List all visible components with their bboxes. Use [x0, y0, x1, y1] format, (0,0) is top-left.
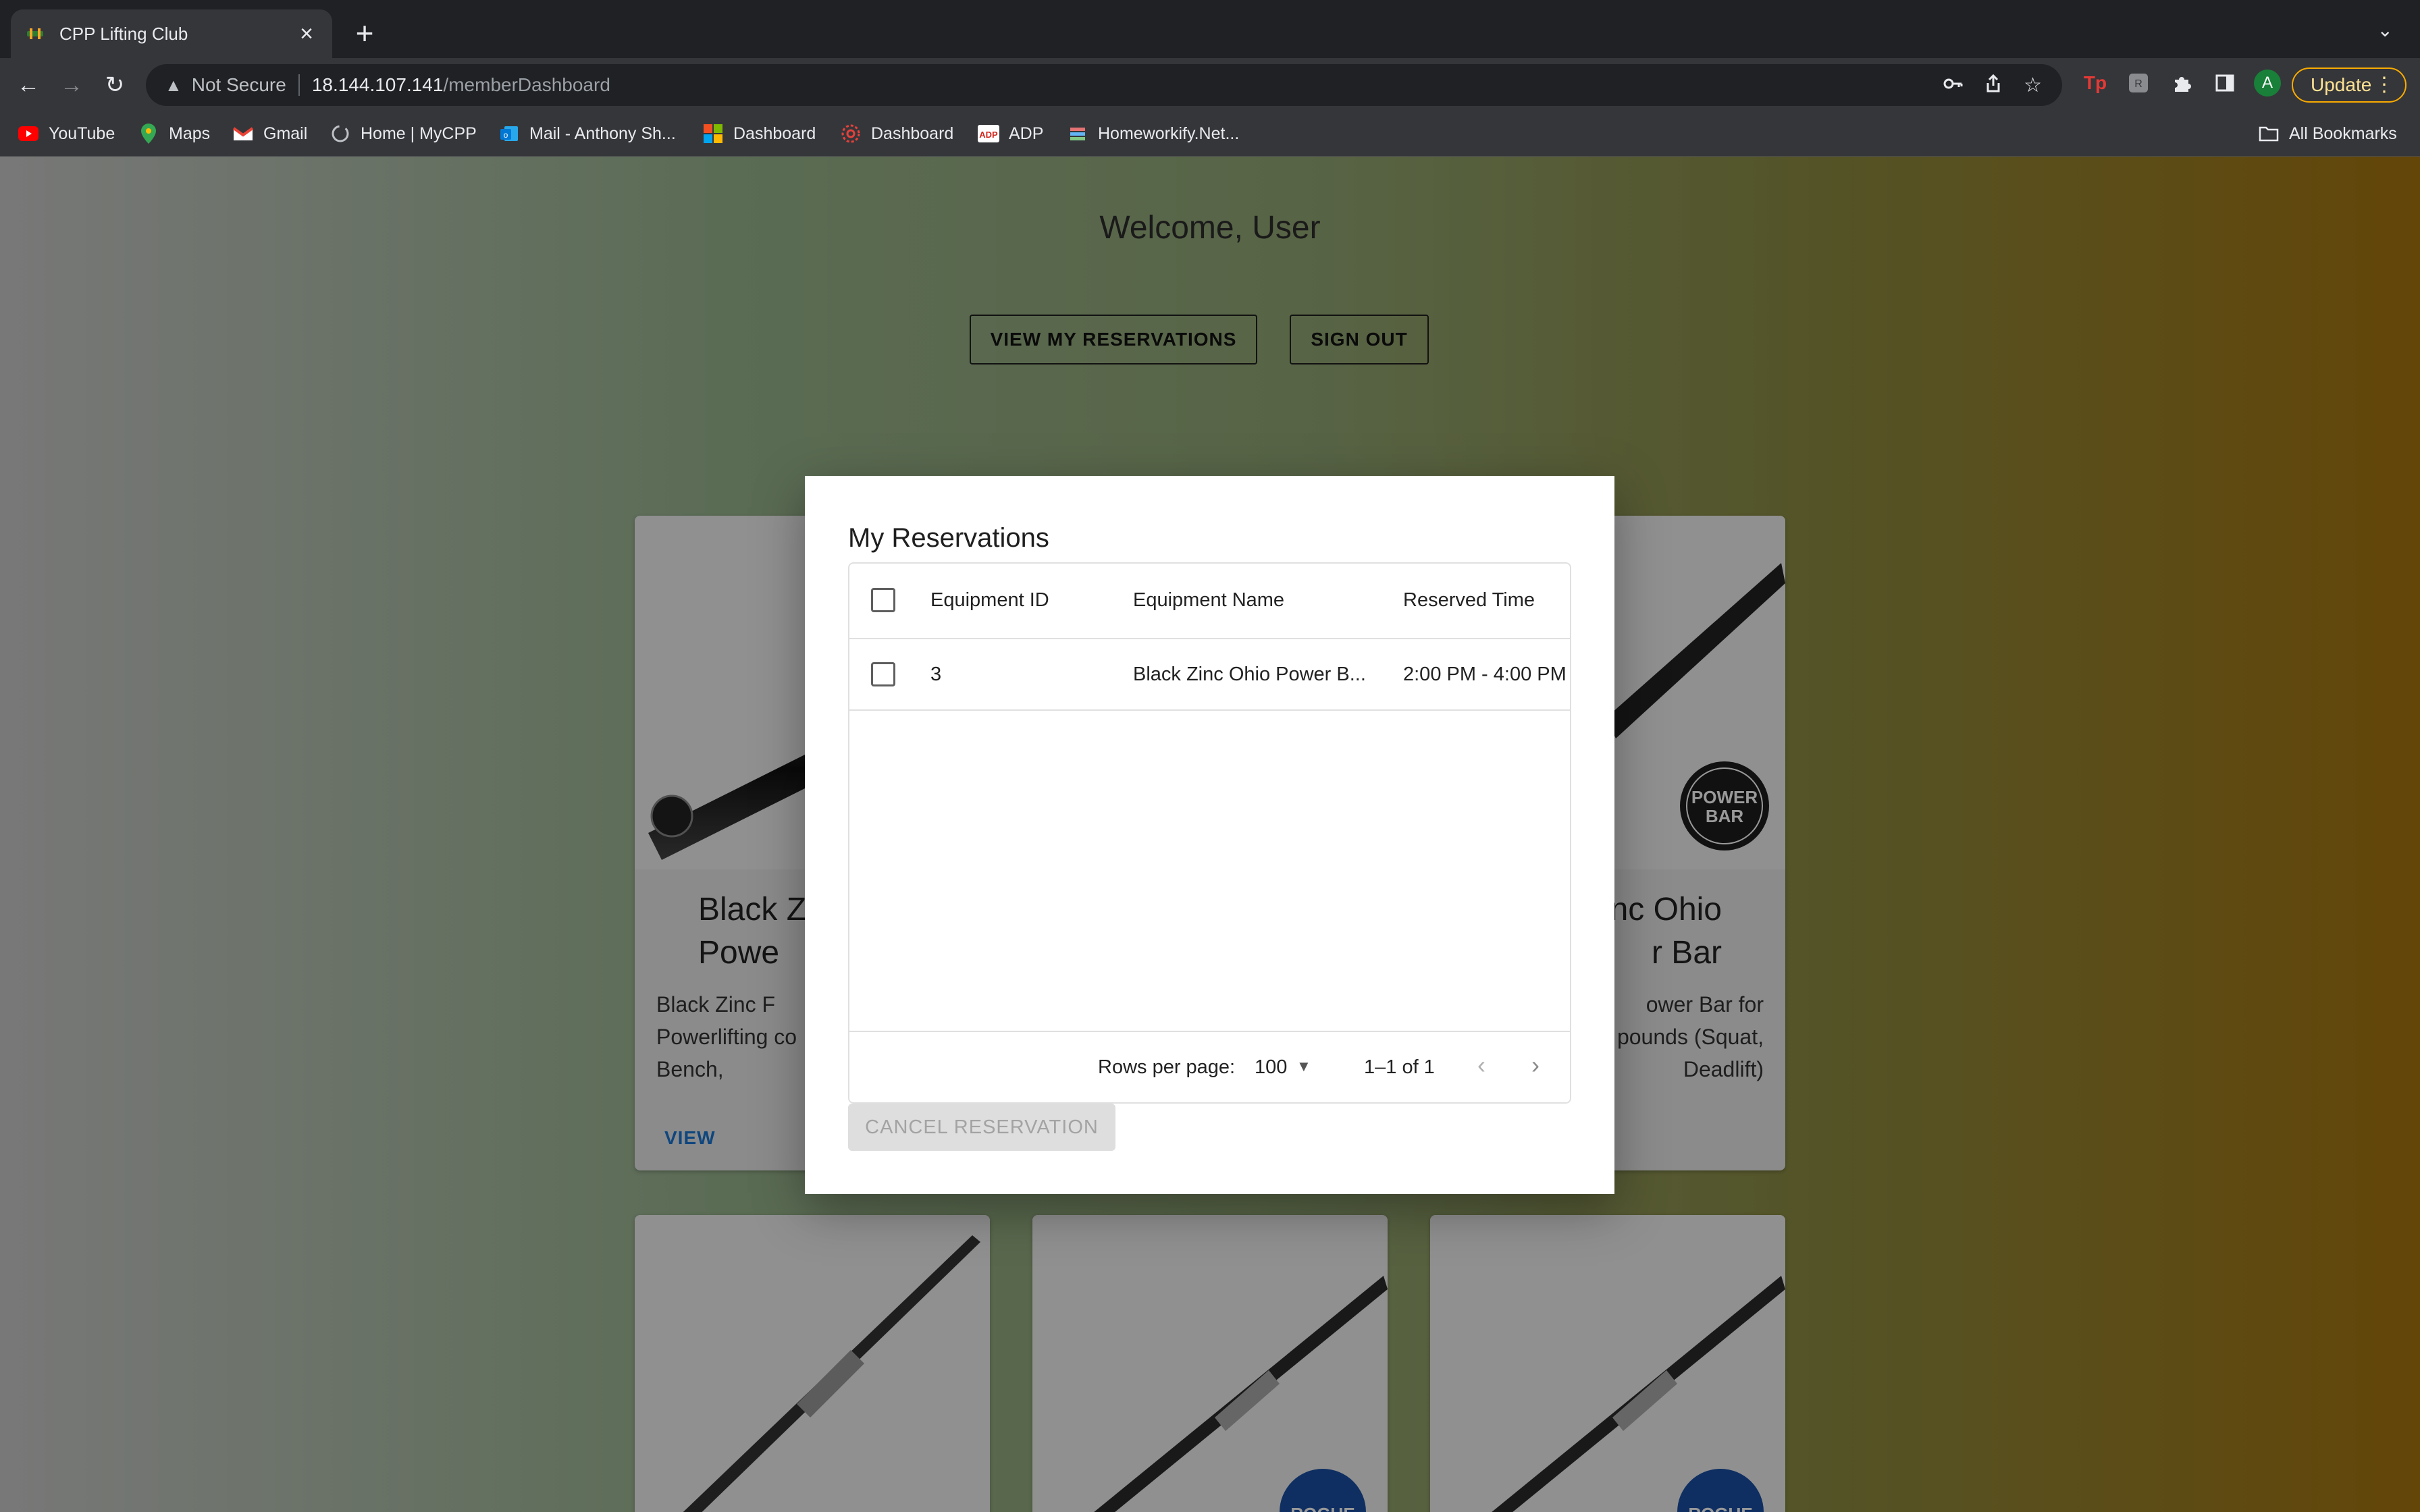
bookmark-label: Home | MyCPP: [361, 124, 477, 143]
tab-close-icon[interactable]: ×: [294, 21, 319, 47]
tab-search-chevron-icon[interactable]: ⌄: [2377, 19, 2393, 41]
bookmark-label: YouTube: [49, 124, 115, 143]
bookmark-label: Mail - Anthony Sh...: [529, 124, 676, 143]
back-arrow-icon[interactable]: ←: [12, 69, 45, 101]
microsoft-icon: [702, 123, 724, 144]
update-label: Update: [2311, 74, 2372, 95]
svg-text:o: o: [504, 130, 508, 140]
cell-equipment-id: 3: [930, 664, 942, 685]
tp-extension-icon[interactable]: Tp: [2081, 69, 2109, 97]
bookmark-label: Gmail: [263, 124, 308, 143]
reservations-table: Equipment ID Equipment Name Reserved Tim…: [848, 562, 1571, 1104]
bookmark-maps[interactable]: Maps: [138, 122, 210, 146]
canvas-icon: [840, 123, 862, 144]
bookmark-star-icon[interactable]: ☆: [2024, 74, 2042, 99]
puzzle-extensions-icon[interactable]: [2167, 69, 2196, 97]
grey-extension-icon[interactable]: R: [2124, 69, 2153, 97]
forward-arrow-icon[interactable]: →: [55, 69, 88, 101]
bookmark-outlook[interactable]: o Mail - Anthony Sh...: [498, 122, 676, 146]
cell-reserved-time: 2:00 PM - 4:00 PM: [1403, 664, 1567, 685]
bookmark-label: ADP: [1009, 124, 1044, 143]
mycpp-icon: [330, 123, 351, 144]
homeworkify-icon: [1067, 123, 1088, 144]
bookmark-mycpp[interactable]: Home | MyCPP: [330, 122, 477, 146]
svg-text:ADP: ADP: [979, 130, 998, 140]
extensions-area: Tp R A: [2081, 69, 2281, 97]
bookmarks-bar: YouTube Maps Gmail Home | MyCPP o Mail -…: [0, 112, 2420, 157]
row-checkbox[interactable]: [871, 662, 895, 686]
tab-title: CPP Lifting Club: [59, 23, 188, 44]
side-panel-icon[interactable]: [2211, 69, 2239, 97]
column-header-equipment-id[interactable]: Equipment ID: [930, 589, 1049, 612]
pagination-range: 1–1 of 1: [1364, 1056, 1435, 1078]
bookmark-label: Dashboard: [871, 124, 954, 143]
new-tab-button[interactable]: +: [351, 15, 378, 51]
bookmark-label: All Bookmarks: [2289, 124, 2397, 143]
rows-per-page-select[interactable]: 100: [1255, 1056, 1287, 1079]
table-row[interactable]: 3 Black Zinc Ohio Power B... 2:00 PM - 4…: [849, 639, 1570, 711]
omnibox-actions: ☆: [1943, 74, 2042, 99]
browser-tab[interactable]: CPP Lifting Club ×: [11, 9, 332, 58]
bookmark-adp[interactable]: ADP ADP: [978, 122, 1043, 146]
bookmark-dashboard-canvas[interactable]: Dashboard: [840, 122, 953, 146]
address-divider: [298, 74, 300, 96]
url-path: /memberDashboard: [443, 74, 610, 95]
folder-icon: [2258, 123, 2280, 144]
rows-per-page-label: Rows per page:: [1098, 1056, 1236, 1078]
browser-toolbar: ← → ↻ ▲ Not Secure 18.144.107.141 /membe…: [0, 58, 2420, 112]
dropdown-arrow-icon[interactable]: ▼: [1296, 1058, 1311, 1075]
profile-avatar[interactable]: A: [2254, 70, 2281, 97]
gmail-icon: [232, 123, 254, 144]
kebab-menu-icon[interactable]: ⋮: [2374, 73, 2394, 97]
table-pagination: Rows per page: 100 ▼ 1–1 of 1 ‹ ›: [849, 1031, 1570, 1104]
cancel-reservation-button[interactable]: CANCEL RESERVATION: [848, 1104, 1115, 1151]
key-icon[interactable]: [1943, 74, 1963, 99]
bookmark-label: Homeworkify.Net...: [1098, 124, 1240, 143]
column-header-reserved-time[interactable]: Reserved Time: [1403, 589, 1535, 612]
warning-triangle-icon[interactable]: ▲: [165, 75, 182, 96]
bookmark-gmail[interactable]: Gmail: [232, 122, 307, 146]
site-favicon-icon: [24, 23, 46, 45]
maps-icon: [138, 123, 159, 144]
address-bar[interactable]: ▲ Not Secure 18.144.107.141 /memberDashb…: [146, 64, 2062, 106]
all-bookmarks-folder[interactable]: All Bookmarks: [2258, 122, 2397, 146]
dialog-title: My Reservations: [848, 523, 1049, 553]
svg-text:R: R: [2134, 78, 2142, 90]
previous-page-chevron-icon[interactable]: ‹: [1477, 1051, 1485, 1079]
url-host: 18.144.107.141: [311, 74, 444, 95]
bookmark-label: Dashboard: [733, 124, 816, 143]
next-page-chevron-icon[interactable]: ›: [1531, 1051, 1540, 1079]
cell-equipment-name: Black Zinc Ohio Power B...: [1133, 664, 1366, 685]
reload-icon[interactable]: ↻: [99, 69, 131, 101]
bookmark-youtube[interactable]: YouTube: [18, 122, 115, 146]
outlook-icon: o: [498, 123, 520, 144]
share-icon[interactable]: [1983, 74, 2003, 99]
adp-icon: ADP: [978, 123, 999, 144]
bookmark-homeworkify[interactable]: Homeworkify.Net...: [1067, 122, 1239, 146]
column-header-equipment-name[interactable]: Equipment Name: [1133, 589, 1284, 612]
table-header: Equipment ID Equipment Name Reserved Tim…: [849, 564, 1570, 639]
bookmark-label: Maps: [169, 124, 211, 143]
tab-strip: CPP Lifting Club × + ⌄: [0, 0, 2420, 58]
update-button[interactable]: Update ⋮: [2292, 68, 2406, 103]
bookmark-dashboard-microsoft[interactable]: Dashboard: [702, 122, 816, 146]
reservations-dialog: My Reservations Equipment ID Equipment N…: [805, 476, 1614, 1194]
select-all-checkbox[interactable]: [871, 588, 895, 612]
youtube-icon: [18, 123, 39, 144]
security-status[interactable]: Not Secure: [192, 74, 286, 96]
